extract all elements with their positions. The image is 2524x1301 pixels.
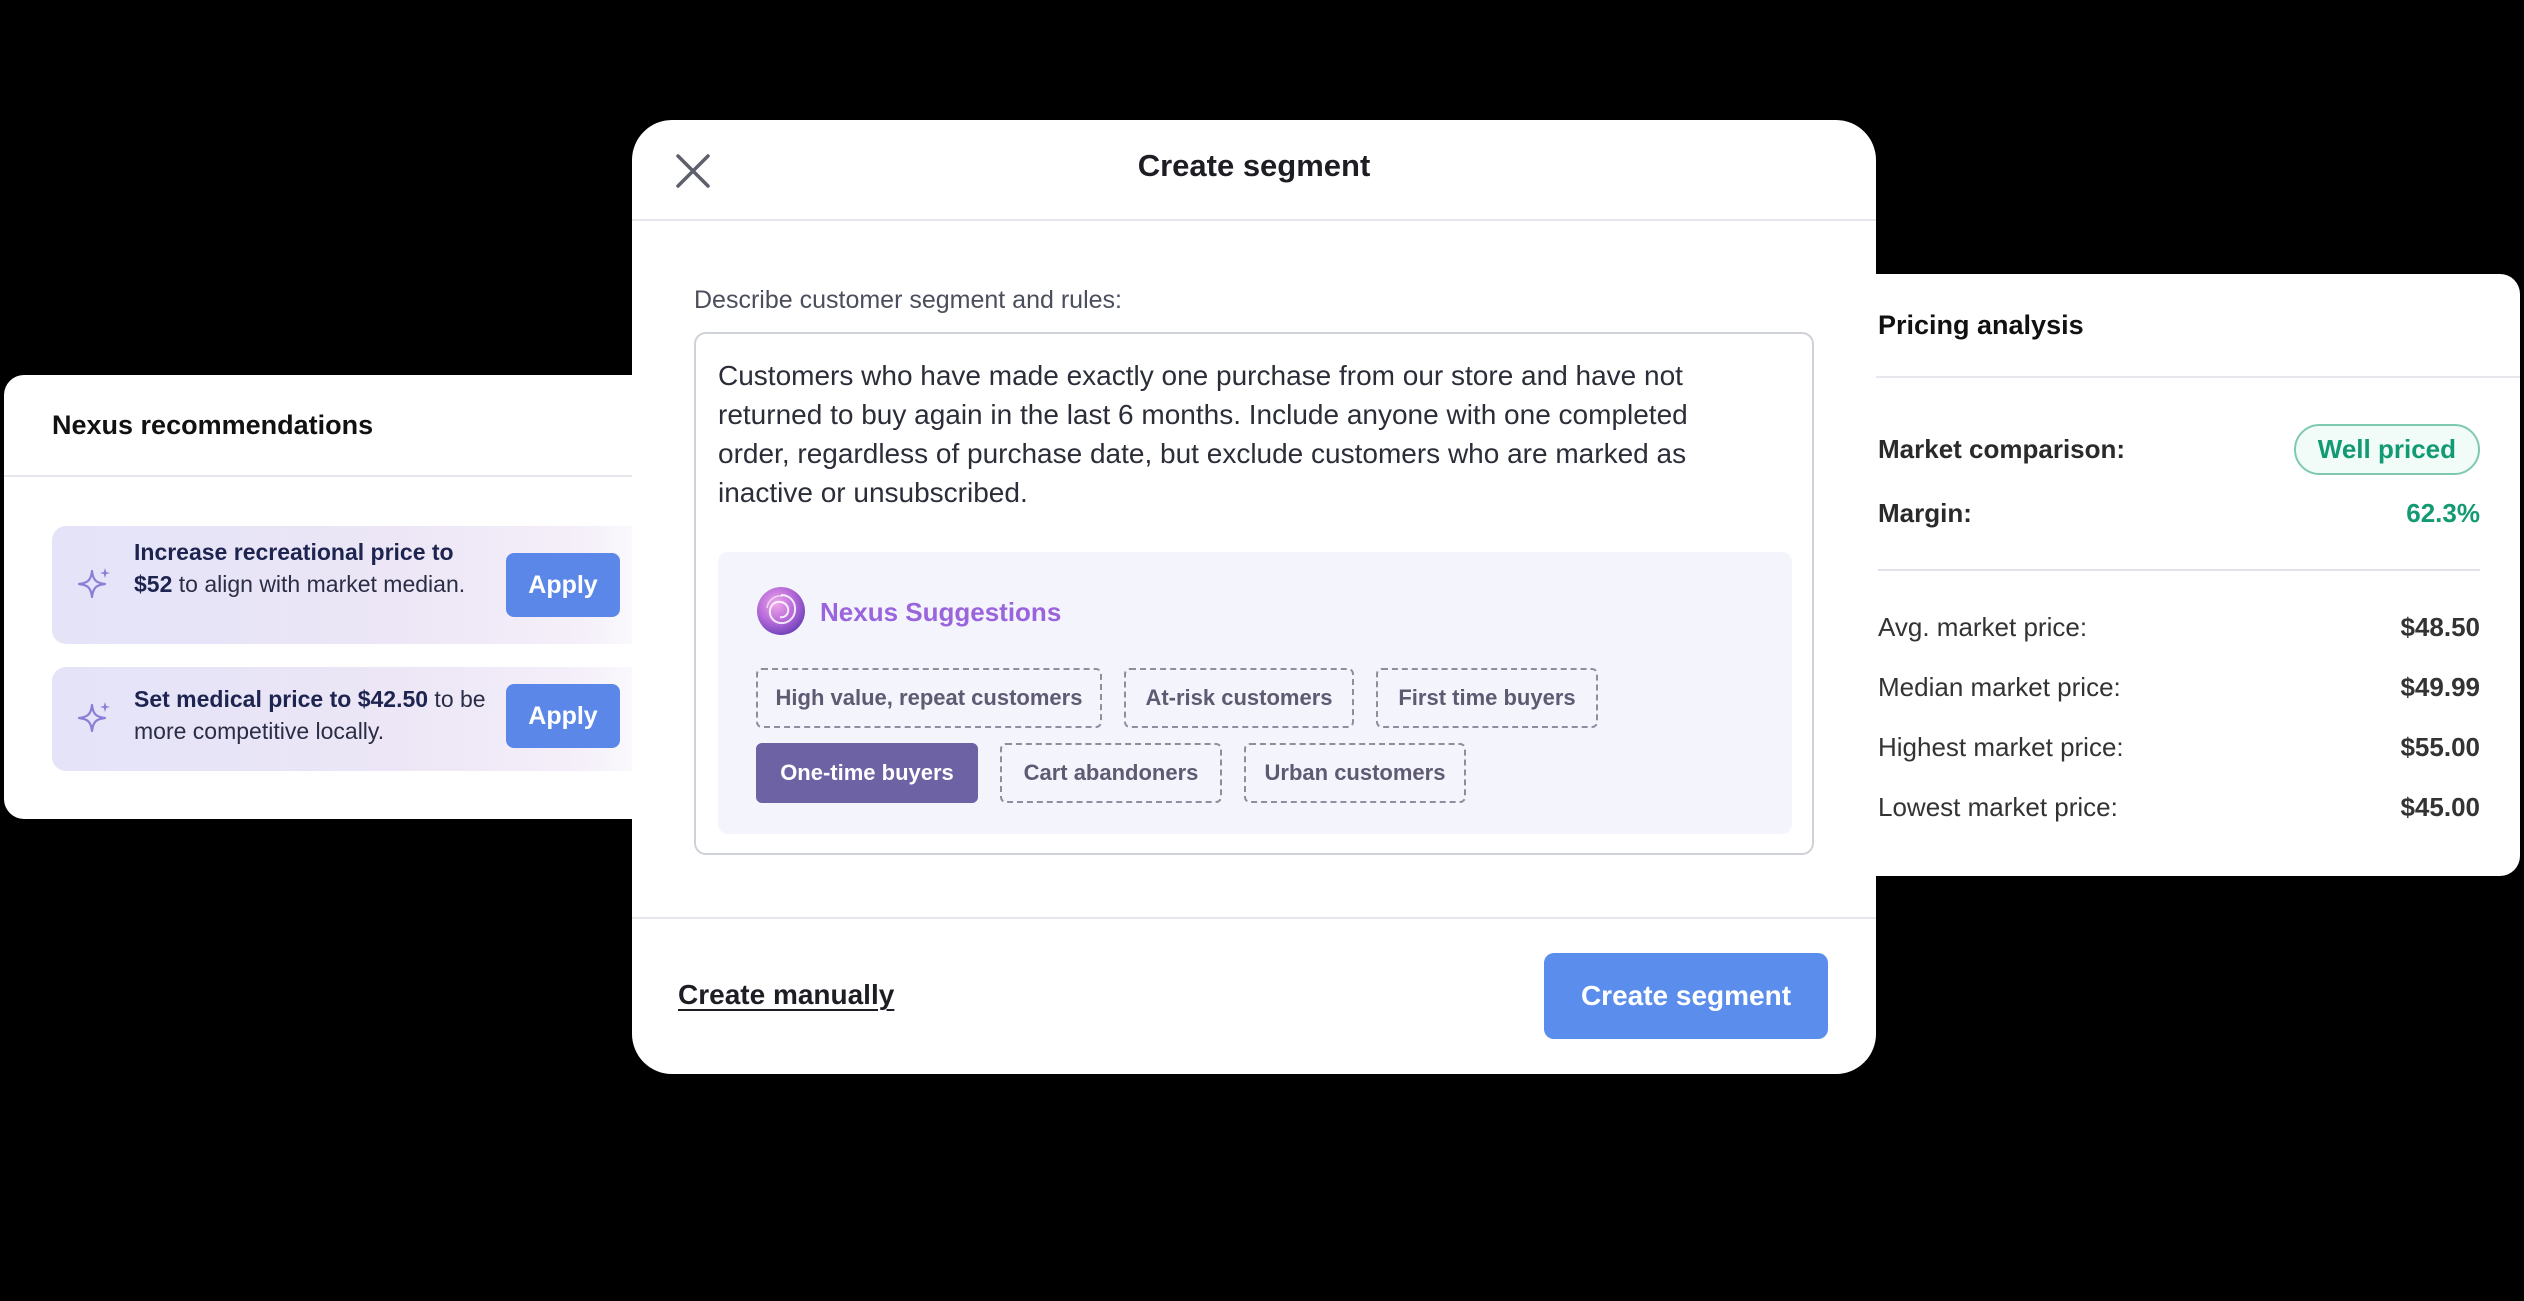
suggestion-chip-first-time[interactable]: First time buyers [1376, 668, 1598, 728]
recommendation-item: Increase recreational price to $52 to al… [52, 526, 672, 644]
sparkle-icon [77, 702, 110, 733]
recommendation-item: Set medical price to $42.50 to be more c… [52, 667, 672, 771]
suggestion-chip-at-risk[interactable]: At-risk customers [1124, 668, 1354, 728]
price-label: Highest market price: [1878, 732, 2124, 762]
price-row: Median market price: $49.99 [1878, 672, 2480, 703]
price-value: $49.99 [2400, 672, 2480, 702]
suggestion-chip-one-time[interactable]: One-time buyers [756, 743, 978, 803]
price-value: $48.50 [2400, 612, 2480, 642]
market-comparison-row: Market comparison: Well priced [1878, 424, 2480, 475]
create-manually-link[interactable]: Create manually [678, 979, 894, 1011]
price-label: Median market price: [1878, 672, 2121, 702]
segment-description-label: Describe customer segment and rules: [694, 286, 1122, 314]
recommendation-text: Increase recreational price to $52 to al… [134, 539, 466, 597]
price-value: $45.00 [2400, 792, 2480, 822]
nexus-suggestions-panel: Nexus Suggestions High value, repeat cus… [718, 552, 1792, 834]
suggestion-chip-urban[interactable]: Urban customers [1244, 743, 1466, 803]
suggestions-title: Nexus Suggestions [820, 597, 1062, 627]
modal-title: Create segment [1137, 148, 1371, 183]
price-row: Lowest market price: $45.00 [1878, 792, 2480, 823]
apply-button[interactable]: Apply [506, 553, 620, 617]
create-segment-button[interactable]: Create segment [1544, 953, 1828, 1039]
price-value: $55.00 [2400, 732, 2480, 762]
segment-description-text[interactable]: Customers who have made exactly one purc… [718, 356, 1758, 512]
apply-button[interactable]: Apply [506, 684, 620, 748]
recommendations-title: Nexus recommendations [4, 375, 704, 477]
nexus-logo-icon [757, 587, 805, 635]
price-row: Avg. market price: $48.50 [1878, 612, 2480, 643]
price-row: Highest market price: $55.00 [1878, 732, 2480, 763]
margin-value: 62.3% [2406, 498, 2480, 528]
price-label: Avg. market price: [1878, 612, 2088, 642]
segment-description-field[interactable]: Customers who have made exactly one purc… [694, 332, 1814, 855]
modal-footer: Create manually Create segment [632, 917, 1876, 1074]
recommendations-panel: Nexus recommendations Increase recreatio… [4, 375, 704, 819]
suggestion-chip-high-value[interactable]: High value, repeat customers [756, 668, 1102, 728]
recommendation-text: Set medical price to $42.50 to be more c… [134, 686, 486, 744]
sparkle-icon [77, 568, 110, 599]
price-label: Lowest market price: [1878, 792, 2118, 822]
modal-header: Create segment [632, 120, 1876, 221]
market-comparison-label: Market comparison: [1878, 434, 2126, 464]
margin-label: Margin: [1878, 498, 1972, 528]
margin-row: Margin: 62.3% [1878, 498, 2480, 529]
status-badge: Well priced [2293, 424, 2480, 475]
pricing-title: Pricing analysis [1820, 274, 2520, 378]
divider [1878, 569, 2480, 571]
pricing-analysis-panel: Pricing analysis Market comparison: Well… [1820, 274, 2520, 876]
suggestion-chip-cart-abandoners[interactable]: Cart abandoners [1000, 743, 1222, 803]
create-segment-modal: Create segment Describe customer segment… [632, 120, 1876, 1074]
